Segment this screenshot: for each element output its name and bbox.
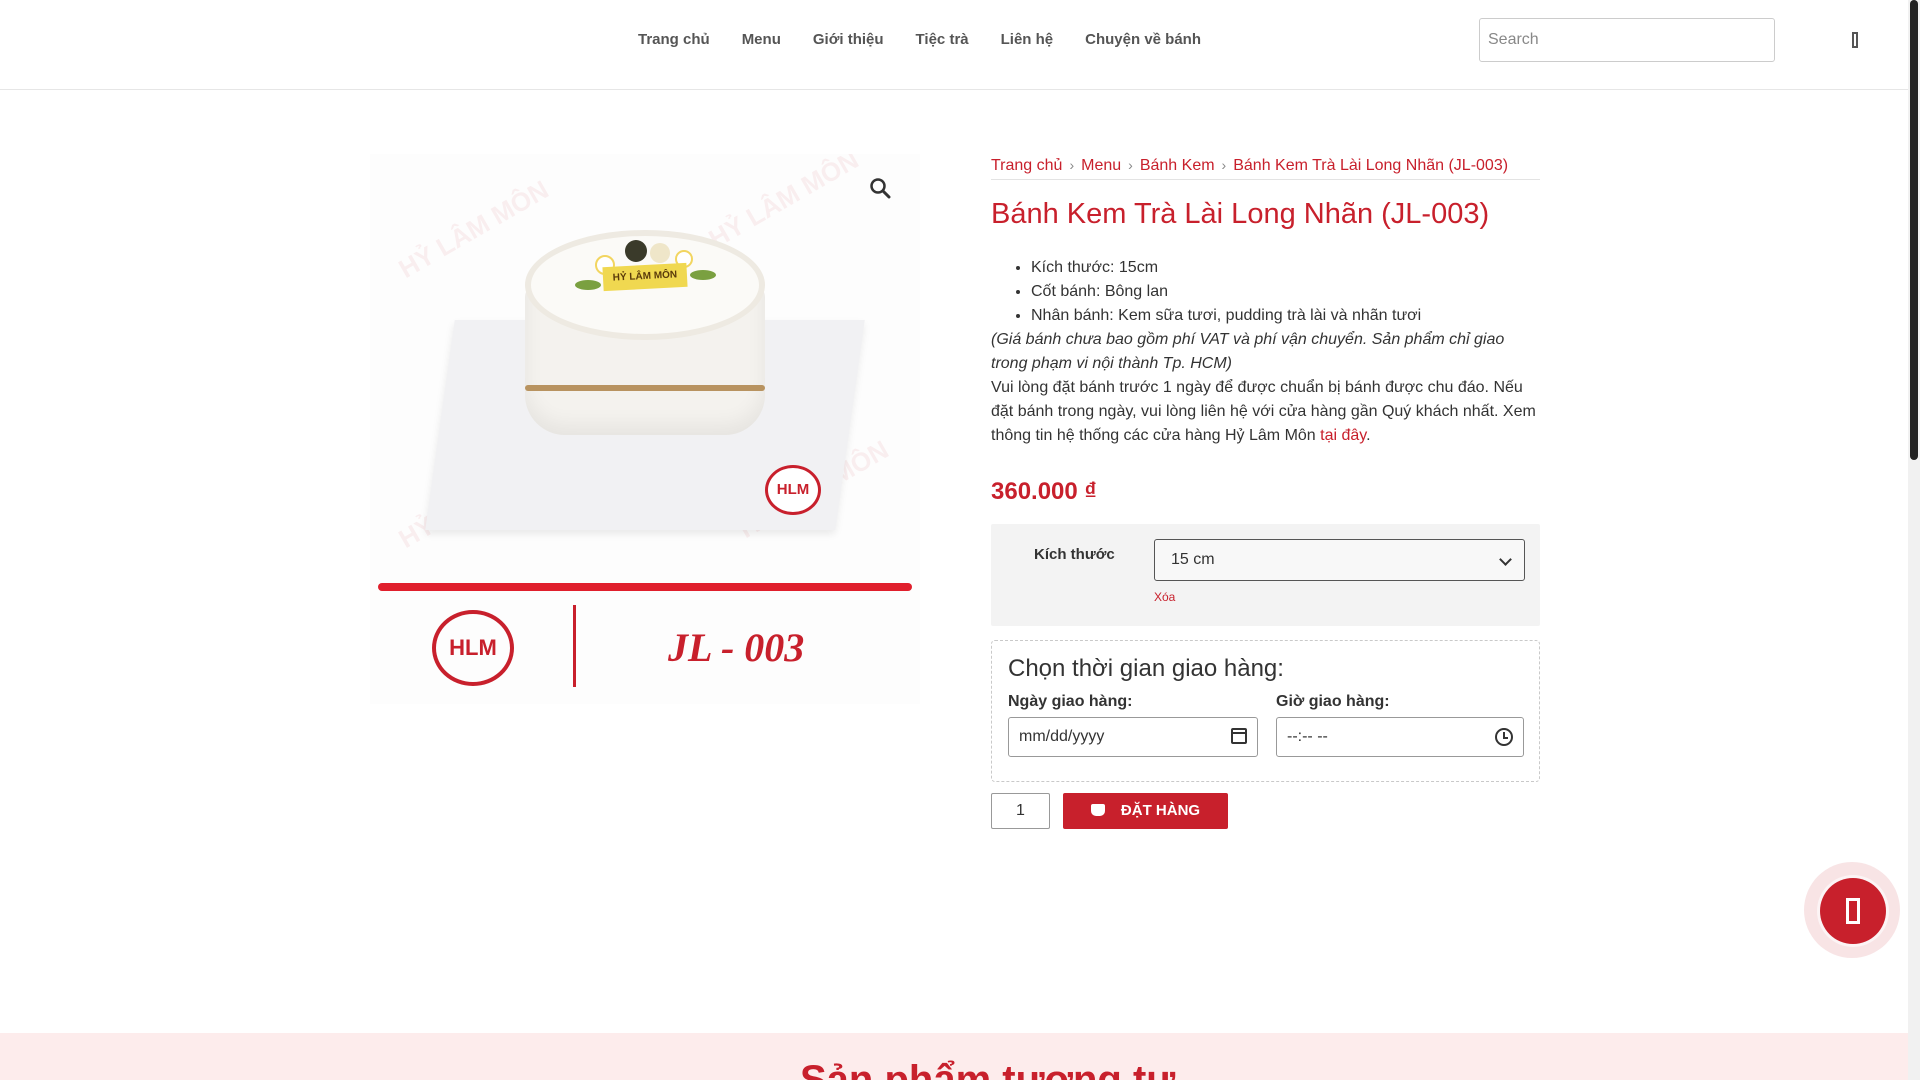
clear-selection-link[interactable]: Xóa (1154, 590, 1175, 604)
spec-base: Cốt bánh: Bông lan (1031, 280, 1421, 304)
delivery-panel: Chọn thời gian giao hàng: Ngày giao hàng… (991, 640, 1540, 782)
order-note: Vui lòng đặt bánh trước 1 ngày để được c… (991, 379, 1536, 444)
spec-filling: Nhân bánh: Kem sữa tươi, pudding trà lài… (1031, 304, 1421, 328)
image-divider (378, 583, 912, 591)
nav-tea-party[interactable]: Tiệc trà (916, 30, 969, 50)
zoom-icon[interactable] (868, 176, 894, 202)
nav-home[interactable]: Trang chủ (638, 30, 710, 50)
related-title: Sản phẩm tương tự (800, 1058, 1176, 1080)
order-button[interactable]: ĐẶT HÀNG (1063, 793, 1228, 829)
breadcrumb-home[interactable]: Trang chủ (991, 156, 1062, 179)
size-select[interactable]: 15 cm (1154, 539, 1525, 581)
size-select-value: 15 cm (1171, 551, 1215, 568)
chevron-right-icon: › (1221, 157, 1227, 173)
image-separator (573, 605, 576, 687)
nav-about[interactable]: Giới thiệu (813, 30, 884, 50)
delivery-date-value: mm/dd/yyyy (1019, 728, 1105, 745)
nav-cake-stories[interactable]: Chuyện về bánh (1085, 30, 1201, 50)
breadcrumb-menu[interactable]: Menu (1081, 156, 1121, 179)
main-nav: Trang chủ Menu Giới thiệu Tiệc trà Liên … (638, 30, 1233, 50)
product-price: 360.000 ₫ (991, 478, 1097, 505)
delivery-date-label: Ngày giao hàng: (1008, 693, 1133, 710)
chevron-right-icon: › (1069, 157, 1075, 173)
product-note: (Giá bánh chưa bao gồm phí VAT và phí vậ… (991, 328, 1543, 448)
product-title: Bánh Kem Trà Lài Long Nhãn (JL-003) (991, 198, 1490, 230)
hlm-logo: HLM (432, 610, 514, 686)
breadcrumb-category[interactable]: Bánh Kem (1140, 156, 1215, 179)
scrollbar[interactable] (1908, 0, 1920, 1080)
delivery-time-label: Giờ giao hàng: (1276, 693, 1390, 710)
product-specs: Kích thước: 15cm Cốt bánh: Bông lan Nhân… (1031, 256, 1421, 328)
nav-menu[interactable]: Menu (742, 30, 781, 50)
breadcrumb: Trang chủ › Menu › Bánh Kem › Bánh Kem T… (991, 156, 1540, 180)
search-input[interactable] (1479, 18, 1775, 62)
hlm-logo-small: HLM (765, 465, 821, 515)
breadcrumb-current: Bánh Kem Trà Lài Long Nhãn (JL-003) (1233, 157, 1509, 174)
product-code: JL - 003 (668, 625, 805, 670)
chevron-down-icon (1499, 553, 1512, 566)
size-label: Kích thước (1034, 546, 1115, 563)
calendar-icon[interactable] (1231, 728, 1247, 744)
quantity-input[interactable]: 1 (991, 793, 1050, 829)
cake-label: HỶ LÂM MÔN (602, 262, 688, 292)
delivery-title: Chọn thời gian giao hàng: (1008, 655, 1284, 682)
delivery-time-field[interactable]: --:-- -- (1276, 717, 1524, 757)
order-button-label: ĐẶT HÀNG (1120, 802, 1201, 819)
nav-contact[interactable]: Liên hệ (1001, 30, 1054, 50)
vat-note: (Giá bánh chưa bao gồm phí VAT và phí vậ… (991, 331, 1505, 372)
basket-icon (1090, 804, 1105, 816)
delivery-date-field[interactable]: mm/dd/yyyy (1008, 717, 1258, 757)
chevron-right-icon: › (1128, 157, 1133, 173)
phone-icon (1846, 898, 1860, 924)
phone-call-button[interactable] (1820, 878, 1886, 944)
delivery-time-value: --:-- -- (1287, 728, 1328, 745)
clock-icon[interactable] (1495, 728, 1513, 746)
variation-panel: Kích thước 15 cm Xóa (991, 524, 1540, 626)
product-page: Trang chủ Menu Giới thiệu Tiệc trà Liên … (0, 0, 1920, 1080)
cake-illustration: HỶ LÂM MÔN (525, 215, 765, 475)
cart-icon[interactable] (1846, 28, 1864, 52)
site-header: Trang chủ Menu Giới thiệu Tiệc trà Liên … (0, 0, 1908, 90)
store-link[interactable]: tại đây (1320, 427, 1366, 444)
scrollbar-thumb[interactable] (1910, 0, 1918, 460)
spec-size: Kích thước: 15cm (1031, 256, 1421, 280)
